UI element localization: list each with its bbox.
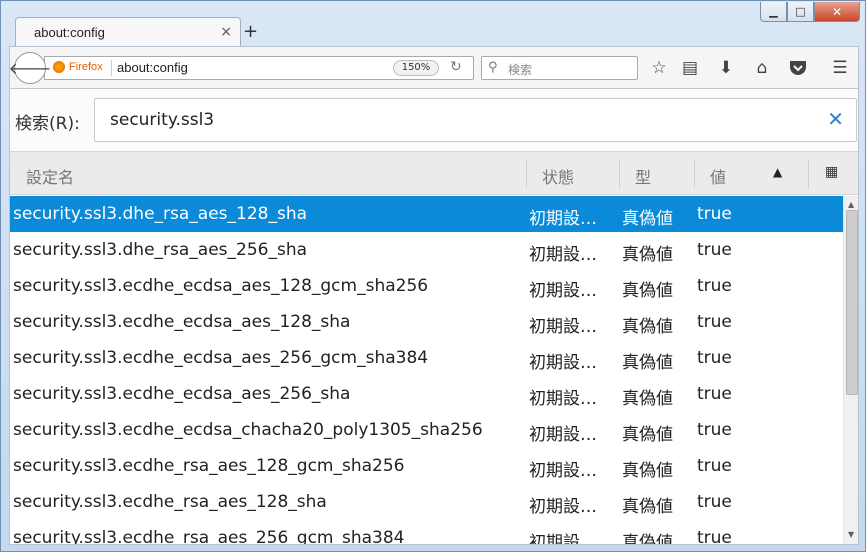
pref-value: true <box>697 384 732 404</box>
pref-value: true <box>697 312 732 332</box>
navigation-toolbar: Firefox about:config 150% ↻ 🡐 ⚲ 検索 ☆ ▤ ⬇… <box>9 46 859 88</box>
identity-label: Firefox <box>69 61 103 73</box>
preferences-list: security.ssl3.dhe_rsa_aes_128_sha 初期設… 真偽値… <box>10 196 843 545</box>
filter-input[interactable]: security.ssl3 ✕ <box>94 98 857 142</box>
column-separator[interactable] <box>808 160 809 188</box>
pref-type: 真偽値 <box>622 317 673 337</box>
pref-status: 初期設… <box>529 281 597 301</box>
identity-box[interactable]: Firefox <box>53 61 103 73</box>
preference-row[interactable]: security.ssl3.ecdhe_ecdsa_chacha20_poly1… <box>10 412 843 448</box>
url-text[interactable]: about:config <box>117 60 188 75</box>
reload-icon[interactable]: ↻ <box>450 59 462 75</box>
preference-row[interactable]: security.ssl3.ecdhe_rsa_aes_256_gcm_sha3… <box>10 520 843 545</box>
pref-name: security.ssl3.ecdhe_ecdsa_aes_256_gcm_sh… <box>13 348 429 368</box>
pref-type: 真偽値 <box>622 461 673 481</box>
firefox-logo-icon <box>53 61 65 73</box>
pocket-icon[interactable] <box>786 56 810 80</box>
pref-name: security.ssl3.dhe_rsa_aes_256_sha <box>13 240 308 260</box>
pref-value: true <box>697 456 732 476</box>
pref-type: 真偽値 <box>622 389 673 409</box>
pref-name: security.ssl3.ecdhe_rsa_aes_256_gcm_sha3… <box>13 528 405 545</box>
column-value-header[interactable]: 値 <box>710 164 726 188</box>
preference-row[interactable]: security.ssl3.dhe_rsa_aes_128_sha 初期設… 真偽値… <box>10 196 843 232</box>
back-button[interactable]: 🡐 <box>9 52 51 84</box>
preference-row[interactable]: security.ssl3.dhe_rsa_aes_256_sha 初期設… 真偽値… <box>10 232 843 268</box>
preference-row[interactable]: security.ssl3.ecdhe_ecdsa_aes_256_gcm_sh… <box>10 340 843 376</box>
vertical-scrollbar[interactable]: ▲ ▼ <box>843 196 858 544</box>
pref-status: 初期設… <box>529 389 597 409</box>
pref-value: true <box>697 204 732 224</box>
filter-value: security.ssl3 <box>110 110 215 130</box>
clear-filter-icon[interactable]: ✕ <box>827 107 844 131</box>
pref-value: true <box>697 528 732 545</box>
scrollbar-thumb[interactable] <box>846 210 858 395</box>
pref-name: security.ssl3.dhe_rsa_aes_128_sha <box>13 204 308 224</box>
preference-row[interactable]: security.ssl3.ecdhe_ecdsa_aes_128_gcm_sh… <box>10 268 843 304</box>
pref-status: 初期設… <box>529 461 597 481</box>
column-status-header[interactable]: 状態 <box>542 164 574 188</box>
search-placeholder: 検索 <box>508 63 533 77</box>
home-icon[interactable]: ⌂ <box>750 56 774 80</box>
zoom-indicator[interactable]: 150% <box>393 60 439 76</box>
url-separator <box>111 60 112 76</box>
sort-ascending-icon: ▲ <box>773 165 783 179</box>
column-type-header[interactable]: 型 <box>635 164 651 188</box>
pref-status: 初期設… <box>529 497 597 517</box>
search-box[interactable]: ⚲ 検索 <box>481 56 638 80</box>
filter-row: 検索(R): security.ssl3 ✕ <box>10 89 858 151</box>
bookmark-star-icon[interactable]: ☆ <box>647 56 671 80</box>
pref-status: 初期設… <box>529 245 597 265</box>
pref-status: 初期設… <box>529 317 597 337</box>
column-separator[interactable] <box>526 160 527 188</box>
pref-type: 真偽値 <box>622 497 673 517</box>
pref-type: 真偽値 <box>622 533 673 545</box>
tab-title: about:config <box>34 25 105 40</box>
tab-strip: about:config × + <box>9 13 859 47</box>
column-separator[interactable] <box>694 160 695 188</box>
browser-window: ▁ □ ✕ about:config × + Firefox about:con… <box>0 0 866 552</box>
pref-name: security.ssl3.ecdhe_ecdsa_chacha20_poly1… <box>13 420 483 440</box>
column-picker-icon[interactable]: ▦ <box>825 164 838 180</box>
filter-label: 検索(R): <box>15 114 80 134</box>
scroll-down-icon[interactable]: ▼ <box>848 530 854 539</box>
tab-about-config[interactable]: about:config × <box>15 17 241 47</box>
pref-value: true <box>697 348 732 368</box>
about-config-page: 検索(R): security.ssl3 ✕ 設定名 状態 型 値 ▲ ▦ se… <box>9 88 859 545</box>
pref-type: 真偽値 <box>622 353 673 373</box>
pref-type: 真偽値 <box>622 281 673 301</box>
pref-name: security.ssl3.ecdhe_rsa_aes_128_sha <box>13 492 327 512</box>
preference-row[interactable]: security.ssl3.ecdhe_rsa_aes_128_gcm_sha2… <box>10 448 843 484</box>
menu-icon[interactable]: ☰ <box>828 56 852 80</box>
download-icon[interactable]: ⬇ <box>714 56 738 80</box>
url-bar[interactable]: Firefox about:config 150% ↻ <box>44 56 474 80</box>
pref-value: true <box>697 276 732 296</box>
pref-value: true <box>697 240 732 260</box>
column-name-header[interactable]: 設定名 <box>26 164 74 188</box>
scroll-up-icon[interactable]: ▲ <box>848 200 854 209</box>
pref-status: 初期設… <box>529 209 597 229</box>
pref-name: security.ssl3.ecdhe_ecdsa_aes_128_sha <box>13 312 351 332</box>
pref-status: 初期設… <box>529 425 597 445</box>
preference-row[interactable]: security.ssl3.ecdhe_rsa_aes_128_sha 初期設… 真… <box>10 484 843 520</box>
pref-name: security.ssl3.ecdhe_ecdsa_aes_128_gcm_sh… <box>13 276 429 296</box>
column-header: 設定名 状態 型 値 ▲ ▦ <box>10 151 858 195</box>
column-separator[interactable] <box>619 160 620 188</box>
search-icon: ⚲ <box>488 60 498 75</box>
back-icon: 🡐 <box>8 59 52 78</box>
pref-status: 初期設… <box>529 353 597 373</box>
pref-type: 真偽値 <box>622 425 673 445</box>
pref-type: 真偽値 <box>622 209 673 229</box>
preference-row[interactable]: security.ssl3.ecdhe_ecdsa_aes_256_sha 初期設… <box>10 376 843 412</box>
reading-list-icon[interactable]: ▤ <box>678 56 702 80</box>
pref-type: 真偽値 <box>622 245 673 265</box>
new-tab-button[interactable]: + <box>243 21 258 42</box>
preference-row[interactable]: security.ssl3.ecdhe_ecdsa_aes_128_sha 初期設… <box>10 304 843 340</box>
pref-name: security.ssl3.ecdhe_ecdsa_aes_256_sha <box>13 384 351 404</box>
pref-value: true <box>697 420 732 440</box>
tab-close-icon[interactable]: × <box>220 24 232 40</box>
pref-status: 初期設… <box>529 533 597 545</box>
pref-name: security.ssl3.ecdhe_rsa_aes_128_gcm_sha2… <box>13 456 405 476</box>
pref-value: true <box>697 492 732 512</box>
